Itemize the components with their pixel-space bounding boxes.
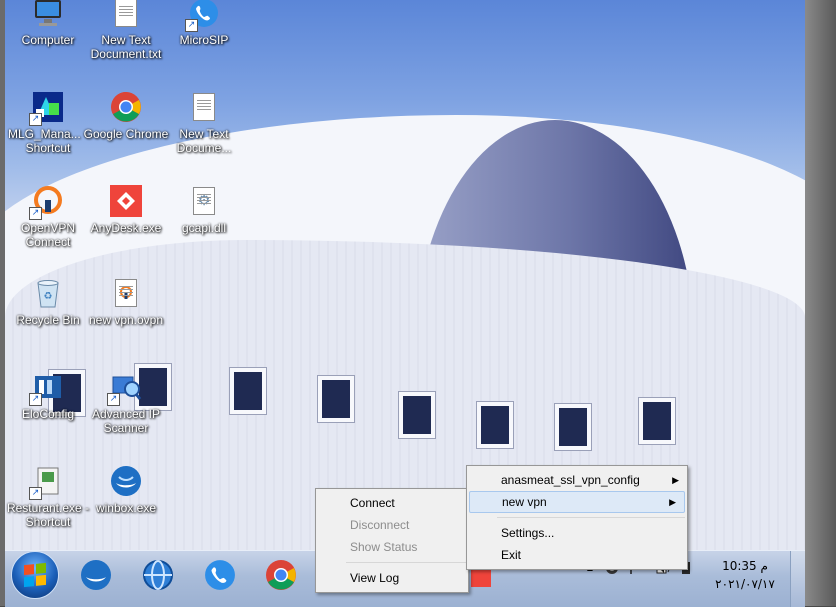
- desktop-icon-advanced-ip-scanner[interactable]: ↗ Advanced IP Scanner: [83, 370, 169, 435]
- mlg-icon: ↗: [29, 90, 65, 126]
- eloconfig-icon: ↗: [29, 370, 65, 406]
- menu-item-exit[interactable]: Exit: [467, 544, 687, 566]
- taskbar-pinned-network[interactable]: [130, 553, 186, 597]
- menu-item-disconnect: Disconnect: [350, 518, 410, 532]
- chrome-icon: [109, 90, 143, 124]
- microsip-icon: ↗: [185, 0, 221, 32]
- taskbar-pinned-chrome[interactable]: [253, 553, 309, 597]
- anydesk-icon: [109, 184, 143, 218]
- text-file-icon: [109, 0, 143, 30]
- window-right-edge: [805, 0, 836, 606]
- openvpn-tray-menu: anasmeat_ssl_vpn_config ▶ new vpn ▶ Sett…: [466, 465, 688, 570]
- desktop-icon-resturant-shortcut[interactable]: ↗ Resturant.exe - Shortcut: [5, 464, 91, 529]
- wallpaper-window: [639, 398, 675, 444]
- svg-text:♻: ♻: [44, 291, 53, 302]
- taskbar-pinned-winbox[interactable]: [68, 553, 124, 597]
- microsip-icon: [205, 560, 235, 590]
- menu-item-show-status: Show Status: [350, 540, 418, 554]
- shortcut-arrow-icon: ↗: [107, 393, 120, 406]
- exe-shortcut-icon: ↗: [29, 464, 65, 500]
- desktop-icon-winbox[interactable]: winbox.exe: [83, 464, 169, 515]
- chrome-icon: [266, 560, 296, 590]
- shortcut-arrow-icon: ↗: [29, 393, 42, 406]
- text-file-icon: [187, 90, 221, 124]
- shortcut-arrow-icon: ↗: [29, 487, 42, 500]
- winbox-icon: [109, 464, 143, 498]
- menu-separator: [346, 562, 466, 563]
- wallpaper-window: [399, 392, 435, 438]
- clock-date: ٢٠٢١/٠٧/١٧: [715, 577, 775, 591]
- menu-item-config-anasmeat[interactable]: anasmeat_ssl_vpn_config ▶: [467, 469, 687, 491]
- taskbar-pinned-microsip[interactable]: [192, 553, 248, 597]
- ovpn-file-icon: [109, 276, 143, 310]
- computer-icon: [31, 0, 65, 30]
- shortcut-arrow-icon: ↗: [29, 113, 42, 126]
- desktop-icon-eloconfig[interactable]: ↗ EloConfig: [5, 370, 91, 421]
- start-button[interactable]: [11, 551, 59, 599]
- recycle-bin-icon: ♻: [31, 276, 65, 310]
- openvpn-icon: ↗: [29, 184, 65, 220]
- menu-separator: [497, 517, 685, 518]
- desktop-icon-openvpn-connect[interactable]: ↗ OpenVPN Connect: [5, 184, 91, 249]
- desktop-icon-new-text-document-2[interactable]: New Text Docume...: [161, 90, 247, 155]
- shortcut-arrow-icon: ↗: [185, 19, 198, 32]
- menu-item-view-log[interactable]: View Log: [316, 567, 468, 589]
- submenu-arrow-icon: ▶: [672, 475, 679, 485]
- wallpaper-window: [230, 368, 266, 414]
- menu-item-settings[interactable]: Settings...: [467, 522, 687, 544]
- desktop-icon-gcapi-dll[interactable]: ⚙ gcapi.dll: [161, 184, 247, 235]
- windows-logo-icon: [24, 562, 46, 588]
- ip-scanner-icon: ↗: [107, 370, 143, 406]
- show-desktop-button[interactable]: [790, 551, 805, 607]
- clock[interactable]: 10:35 م ٢٠٢١/٠٧/١٧: [705, 557, 785, 593]
- desktop-icon-new-text-document[interactable]: New Text Document.txt: [83, 0, 169, 61]
- network-globe-icon: [143, 560, 173, 590]
- desktop-icon-google-chrome[interactable]: Google Chrome: [83, 90, 169, 141]
- vpn-connection-menu: Connect Disconnect Show Status View Log: [315, 488, 469, 593]
- menu-item-connect[interactable]: Connect: [316, 492, 468, 514]
- dll-file-icon: ⚙: [187, 184, 221, 218]
- desktop-icon-mlg-manager[interactable]: ↗ MLG_Mana... - Shortcut: [5, 90, 91, 155]
- desktop-icon-computer[interactable]: Computer: [5, 0, 91, 47]
- winbox-icon: [81, 560, 111, 590]
- shortcut-arrow-icon: ↗: [29, 207, 42, 220]
- submenu-arrow-icon: ▶: [669, 497, 676, 507]
- wallpaper-window: [318, 376, 354, 422]
- wallpaper-window: [477, 402, 513, 448]
- desktop-icon-anydesk[interactable]: AnyDesk.exe: [83, 184, 169, 235]
- desktop-icon-new-vpn-ovpn[interactable]: new vpn.ovpn: [83, 276, 169, 327]
- desktop-icon-microsip[interactable]: ↗ MicroSIP: [161, 0, 247, 47]
- menu-item-config-new-vpn[interactable]: new vpn ▶: [469, 491, 685, 513]
- wallpaper-window: [555, 404, 591, 450]
- clock-time: 10:35 م: [722, 559, 768, 573]
- desktop-icon-recycle-bin[interactable]: ♻ Recycle Bin: [5, 276, 91, 327]
